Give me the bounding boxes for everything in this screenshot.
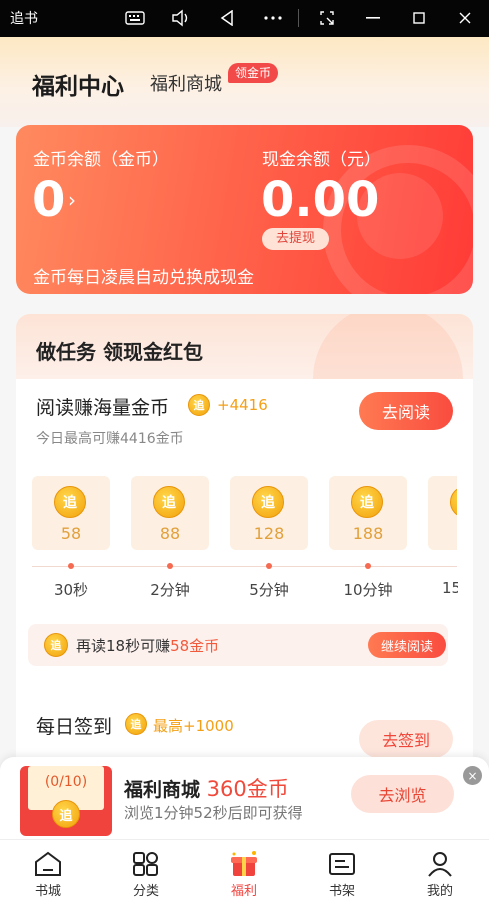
browse-count: (0/10) <box>44 774 88 790</box>
welfare-mall-link[interactable]: 福利商城 <box>150 70 222 96</box>
titlebar-divider <box>298 9 299 27</box>
popup-title: 福利商城 360金币 <box>124 773 289 803</box>
progress-highlight: 58金币 <box>170 637 220 655</box>
coin-icon: 追 <box>351 486 383 518</box>
bookshelf-icon <box>329 853 355 875</box>
progress-prefix: 再读18秒可赚 <box>76 637 171 655</box>
coin-icon: 追 <box>450 486 457 518</box>
task-panel-title: 做任务 领现金红包 <box>36 340 203 364</box>
continue-reading-button[interactable]: 继续阅读 <box>368 632 446 658</box>
close-icon[interactable]: × <box>463 766 482 785</box>
nav-item-category[interactable]: 分类 <box>116 842 176 904</box>
close-window-icon[interactable] <box>454 7 476 29</box>
page-title: 福利中心 <box>32 74 124 100</box>
nav-item-welfare[interactable]: 福利 <box>214 842 274 904</box>
cash-balance-label: 现金余额（元） <box>262 150 381 170</box>
signin-bonus: 最高+1000 <box>153 717 234 735</box>
app-name: 追书 <box>10 11 38 27</box>
popup-subtitle: 浏览1分钟52秒后即可获得 <box>124 804 303 822</box>
exchange-note: 金币每日凌晨自动兑换成现金 <box>33 268 254 288</box>
nav-label: 分类 <box>132 884 159 899</box>
withdraw-button[interactable]: 去提现 <box>262 228 330 250</box>
reward-amount: 128 <box>253 524 285 543</box>
progress-dot <box>167 563 173 569</box>
red-envelope-image: (0/10) 追 <box>20 766 112 836</box>
progress-dot <box>68 563 74 569</box>
reward-tile[interactable]: 追 188 <box>329 476 407 550</box>
read-task-bonus: +4416 <box>217 396 268 414</box>
reward-amount: 2 <box>428 524 457 543</box>
volume-icon[interactable] <box>170 7 192 29</box>
go-read-button[interactable]: 去阅读 <box>359 392 453 430</box>
reward-tile[interactable]: 追 2 <box>428 476 457 550</box>
coin-balance-label: 金币余额（金币） <box>33 150 169 170</box>
coin-chevron-right-icon[interactable]: › <box>68 188 76 212</box>
nav-item-bookshelf[interactable]: 书架 <box>312 842 372 904</box>
more-icon[interactable] <box>262 7 284 29</box>
reward-time-label: 10分钟 <box>343 581 393 599</box>
category-icon <box>133 852 158 876</box>
screenshot-icon[interactable] <box>316 7 338 29</box>
window-titlebar: 追书 <box>0 0 489 37</box>
cash-balance-value[interactable]: 0.00 <box>261 172 379 228</box>
reward-tile[interactable]: 追 88 <box>131 476 209 550</box>
reading-progress-track <box>32 566 457 567</box>
reward-time-label: 5分钟 <box>249 581 289 599</box>
popup-amount: 360金币 <box>206 777 289 801</box>
reward-amount: 188 <box>352 524 384 543</box>
reward-time-label: 15 <box>442 579 458 597</box>
coin-icon: 追 <box>153 486 185 518</box>
coin-icon: 追 <box>52 800 80 828</box>
reward-time-label: 2分钟 <box>150 581 190 599</box>
coin-balance-value[interactable]: 0 <box>32 172 65 228</box>
gift-icon <box>231 851 257 876</box>
reward-time-label: 30秒 <box>53 581 89 599</box>
collect-coins-badge[interactable]: 领金币 <box>228 63 279 83</box>
minimize-icon[interactable] <box>362 7 384 29</box>
nav-label: 书城 <box>34 884 61 899</box>
progress-dot <box>365 563 371 569</box>
back-icon[interactable] <box>216 7 238 29</box>
coin-icon: 追 <box>125 713 147 735</box>
reward-tile-clip: 追 2 <box>428 476 457 550</box>
bookstore-icon <box>35 851 61 876</box>
maximize-icon[interactable] <box>408 7 430 29</box>
profile-icon <box>428 852 452 877</box>
coin-icon: 追 <box>54 486 86 518</box>
reward-amount: 88 <box>159 524 181 543</box>
reward-tile[interactable]: 追 58 <box>32 476 110 550</box>
nav-label: 书架 <box>328 884 355 899</box>
reward-tile[interactable]: 追 128 <box>230 476 308 550</box>
reading-progress-text: 再读18秒可赚58金币 <box>76 635 219 656</box>
cash-chevron-right-icon[interactable]: › <box>368 188 376 212</box>
nav-item-bookstore[interactable]: 书城 <box>18 842 78 904</box>
nav-label: 福利 <box>230 884 257 899</box>
keyboard-icon[interactable] <box>124 7 146 29</box>
read-task-subtitle: 今日最高可赚4416金币 <box>36 431 184 447</box>
panel-watermark <box>313 314 463 380</box>
signin-title: 每日签到 <box>36 716 113 738</box>
go-browse-button[interactable]: 去浏览 <box>351 775 454 813</box>
coin-icon: 追 <box>252 486 284 518</box>
reward-amount: 58 <box>60 524 82 543</box>
popup-title-text: 福利商城 <box>124 779 201 801</box>
progress-dot <box>266 563 272 569</box>
coin-icon: 追 <box>188 394 210 416</box>
nav-item-profile[interactable]: 我的 <box>410 842 470 904</box>
signin-button[interactable]: 去签到 <box>359 720 453 758</box>
nav-label: 我的 <box>426 884 453 899</box>
coin-icon: 追 <box>44 633 68 657</box>
read-task-title: 阅读赚海量金币 <box>36 397 170 419</box>
